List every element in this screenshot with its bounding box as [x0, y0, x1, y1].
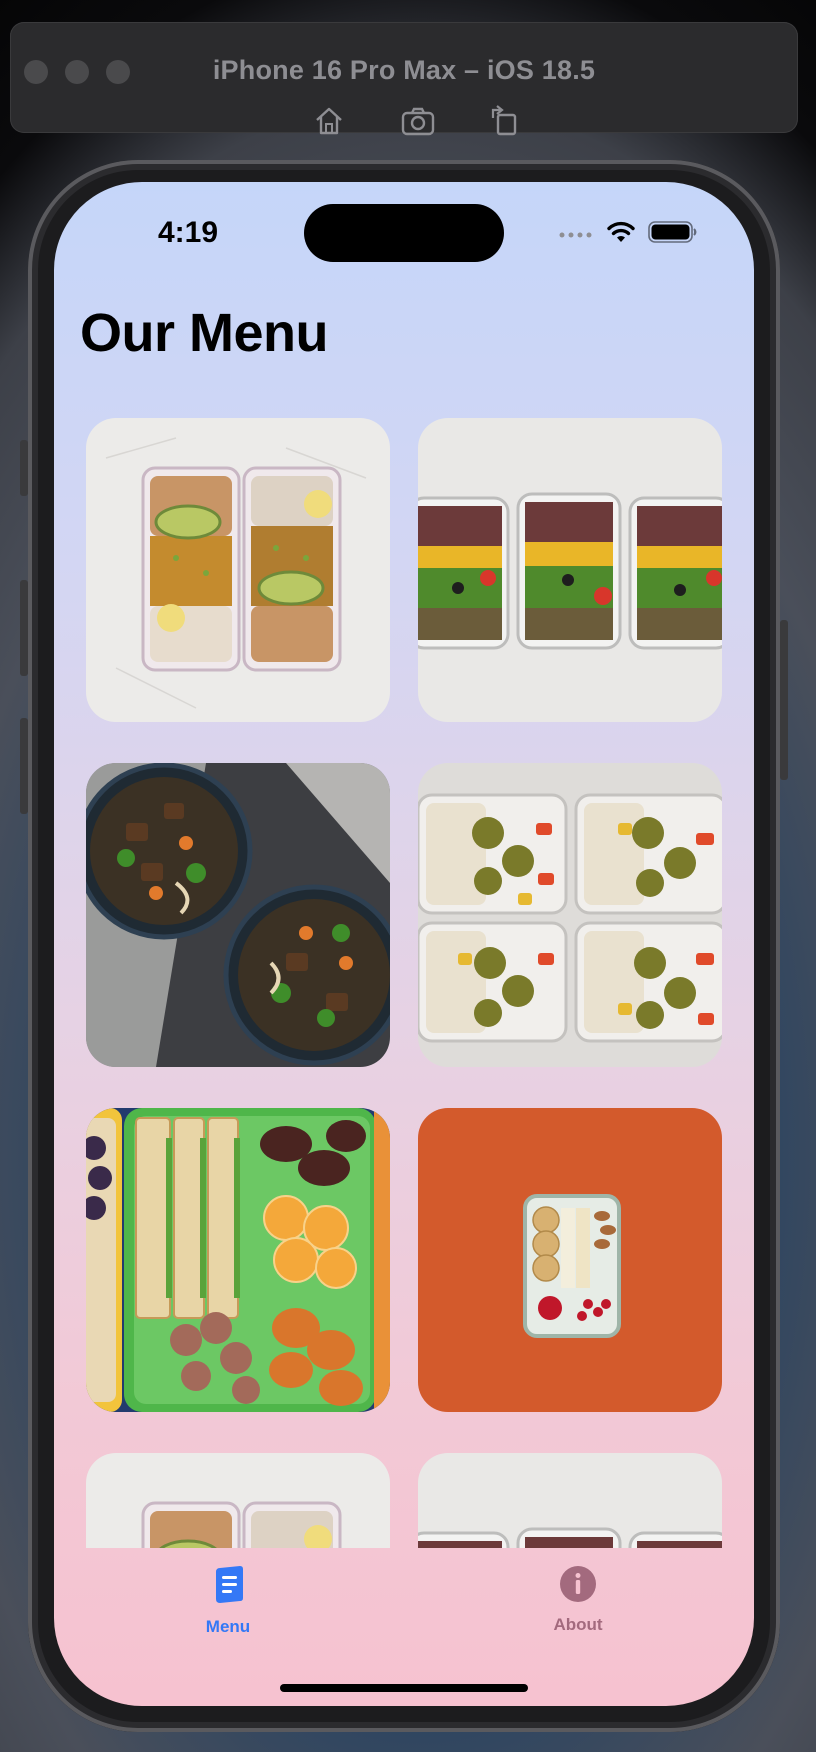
menu-item-tile[interactable] — [86, 418, 390, 722]
menu-item-tile[interactable] — [418, 1108, 722, 1412]
volume-down-button — [20, 718, 28, 814]
book-icon — [212, 1564, 244, 1611]
simulator-title: iPhone 16 Pro Max – iOS 18.5 — [212, 55, 596, 85]
menu-item-tile[interactable] — [86, 763, 390, 1067]
cellular-icon — [558, 226, 594, 244]
tab-bar: Menu About — [54, 1548, 754, 1706]
tab-about-label: About — [553, 1615, 603, 1634]
menu-item-tile[interactable] — [86, 1453, 390, 1548]
tab-menu-label: Menu — [205, 1617, 251, 1636]
volume-up-button — [20, 580, 28, 676]
rotate-icon[interactable] — [488, 104, 522, 138]
tab-menu[interactable]: Menu — [128, 1564, 328, 1654]
menu-item-tile[interactable] — [418, 763, 722, 1067]
menu-grid[interactable] — [86, 418, 726, 1548]
power-button — [780, 620, 788, 780]
menu-item-tile[interactable] — [418, 1453, 722, 1548]
dynamic-island — [304, 204, 504, 262]
home-icon[interactable] — [312, 104, 346, 138]
screenshot-icon[interactable] — [400, 104, 435, 138]
tab-about[interactable]: About — [478, 1564, 678, 1654]
phone-screen: 4:19 Our Menu Menu About — [54, 182, 754, 1706]
page-title: Our Menu — [80, 303, 329, 363]
battery-icon — [648, 220, 698, 249]
info-icon — [558, 1564, 598, 1609]
menu-item-tile[interactable] — [418, 418, 722, 722]
status-icons — [558, 220, 698, 249]
simulator-toolbar: iPhone 16 Pro Max – iOS 18.5 — [10, 22, 798, 136]
wifi-icon — [606, 220, 636, 249]
action-button — [20, 440, 28, 496]
home-indicator[interactable] — [280, 1684, 528, 1692]
menu-item-tile[interactable] — [86, 1108, 390, 1412]
status-time: 4:19 — [158, 216, 219, 249]
